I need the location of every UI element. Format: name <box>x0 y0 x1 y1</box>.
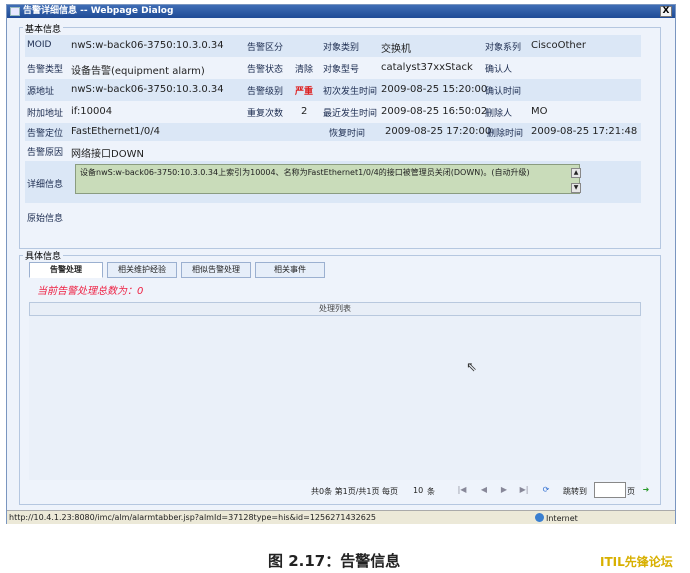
processing-list <box>29 316 641 480</box>
info-row-moid: MOID nwS:w-back06-3750:10.3.0.34 告警区分 对象… <box>25 35 641 57</box>
first-occurrence-value: 2009-08-25 15:20:00 <box>381 84 488 95</box>
info-row-type: 告警类型 设备告警(equipment alarm) 告警状态 清除 对象型号 … <box>25 57 641 79</box>
watermark-text: ITIL先锋论坛 <box>600 555 673 569</box>
specific-info-legend: 具体信息 <box>23 249 64 262</box>
detail-info-label: 详细信息 <box>27 180 64 190</box>
scroll-up-arrow-icon[interactable]: ▲ <box>571 168 581 178</box>
next-page-icon[interactable]: ▶ <box>499 485 509 495</box>
repeat-count-value: 2 <box>301 106 308 117</box>
repeat-count-label: 重复次数 <box>247 109 284 119</box>
source-address-label: 源地址 <box>27 87 55 97</box>
extra-address-label: 附加地址 <box>27 109 64 119</box>
status-url: http://10.4.1.23:8080/imc/alm/alarmtabbe… <box>9 513 376 522</box>
moid-value: nwS:w-back06-3750:10.3.0.34 <box>71 40 224 51</box>
detail-info-textarea[interactable]: 设备nwS:w-back06-3750:10.3.0.34上索引为10004、名… <box>75 164 580 194</box>
source-address-value: nwS:w-back06-3750:10.3.0.34 <box>71 84 224 95</box>
refresh-icon[interactable]: ⟳ <box>541 485 551 495</box>
mouse-cursor-icon: ⇖ <box>466 360 477 375</box>
status-bar: http://10.4.1.23:8080/imc/alm/alarmtabbe… <box>7 510 675 524</box>
go-arrow-icon[interactable]: ➜ <box>641 485 651 495</box>
scroll-down-arrow-icon[interactable]: ▼ <box>571 183 581 193</box>
per-page-value: 10 <box>413 486 424 495</box>
delete-time-value: 2009-08-25 17:21:48 <box>531 126 638 137</box>
zone-label: Internet <box>546 514 578 523</box>
alarm-category-label: 告警区分 <box>247 43 284 53</box>
processing-list-header: 处理列表 <box>29 302 641 316</box>
last-occurrence-label: 最近发生时间 <box>323 109 378 119</box>
last-occurrence-value: 2009-08-25 16:50:02 <box>381 106 488 117</box>
raw-info-label: 原始信息 <box>27 214 64 224</box>
alarm-type-label: 告警类型 <box>27 65 64 75</box>
info-row-location: 告警定位 FastEthernet1/0/4 恢复时间 2009-08-25 1… <box>25 123 641 141</box>
object-model-label: 对象型号 <box>323 65 360 75</box>
per-page-unit: 条 <box>427 487 435 496</box>
info-row-detail: 详细信息 设备nwS:w-back06-3750:10.3.0.34上索引为10… <box>25 161 641 203</box>
tab-maintenance-experience[interactable]: 相关维护经验 <box>107 262 177 278</box>
processing-count-text: 当前告警处理总数为：0 <box>37 286 144 297</box>
object-class-value: 交换机 <box>381 44 411 55</box>
confirm-time-label: 确认时间 <box>485 87 522 97</box>
first-occurrence-label: 初次发生时间 <box>323 87 378 97</box>
info-row-source: 源地址 nwS:w-back06-3750:10.3.0.34 告警级别 严重 … <box>25 79 641 101</box>
delete-time-label: 删除时间 <box>487 129 524 139</box>
object-series-label: 对象系列 <box>485 43 522 53</box>
object-model-value: catalyst37xxStack <box>381 62 473 73</box>
info-row-raw: 原始信息 <box>25 203 641 227</box>
alarm-reason-label: 告警原因 <box>27 148 64 158</box>
object-series-value: CiscoOther <box>531 40 586 51</box>
tab-alarm-handling[interactable]: 告警处理 <box>29 262 103 278</box>
alarm-level-value: 严重 <box>295 87 314 97</box>
extra-address-value: if:10004 <box>71 106 113 117</box>
object-class-label: 对象类别 <box>323 43 360 53</box>
security-zone: Internet <box>535 513 578 523</box>
first-page-icon[interactable]: |◀ <box>457 485 467 495</box>
info-row-reason: 告警原因 网络接口DOWN <box>25 141 641 161</box>
pagination-bar: 共0条 第1页/共1页 每页 10 条 |◀ ◀ ▶ ▶| ⟳ 跳转到 页 ➜ <box>29 481 657 501</box>
title-bar: 告警详细信息 -- Webpage Dialog X <box>7 5 675 18</box>
tab-related-events[interactable]: 相关事件 <box>255 262 325 278</box>
confirmed-by-label: 确认人 <box>485 65 513 75</box>
recovery-time-value: 2009-08-25 17:20:00 <box>385 126 492 137</box>
alarm-reason-value: 网络接口DOWN <box>71 149 144 160</box>
moid-label: MOID <box>27 40 52 50</box>
last-page-icon[interactable]: ▶| <box>519 485 529 495</box>
figure-caption: 图 2.17：告警信息 <box>268 552 401 570</box>
alarm-location-value: FastEthernet1/0/4 <box>71 126 160 137</box>
alarm-location-label: 告警定位 <box>27 129 64 139</box>
deleted-by-label: 删除人 <box>485 109 513 119</box>
globe-icon <box>535 513 544 522</box>
alarm-level-label: 告警级别 <box>247 87 284 97</box>
alarm-detail-dialog: 告警详细信息 -- Webpage Dialog X 基本信息 MOID nwS… <box>6 4 676 524</box>
prev-page-icon[interactable]: ◀ <box>479 485 489 495</box>
tab-similar-alarms[interactable]: 相似告警处理 <box>181 262 251 278</box>
dialog-title: 告警详细信息 -- Webpage Dialog <box>23 6 174 16</box>
recovery-time-label: 恢复时间 <box>329 129 366 139</box>
close-button[interactable]: X <box>660 6 672 17</box>
alarm-status-value: 清除 <box>295 65 314 75</box>
alarm-type-value: 设备告警(equipment alarm) <box>71 66 205 77</box>
info-row-extra: 附加地址 if:10004 重复次数 2 最近发生时间 2009-08-25 1… <box>25 101 641 123</box>
page-label: 页 <box>627 487 635 496</box>
deleted-by-value: MO <box>531 106 548 117</box>
basic-info-legend: 基本信息 <box>23 22 64 35</box>
jump-label: 跳转到 <box>563 487 587 496</box>
dialog-icon <box>10 7 20 16</box>
jump-page-input[interactable] <box>594 482 626 498</box>
alarm-status-label: 告警状态 <box>247 65 284 75</box>
page-summary: 共0条 第1页/共1页 每页 <box>311 487 399 496</box>
